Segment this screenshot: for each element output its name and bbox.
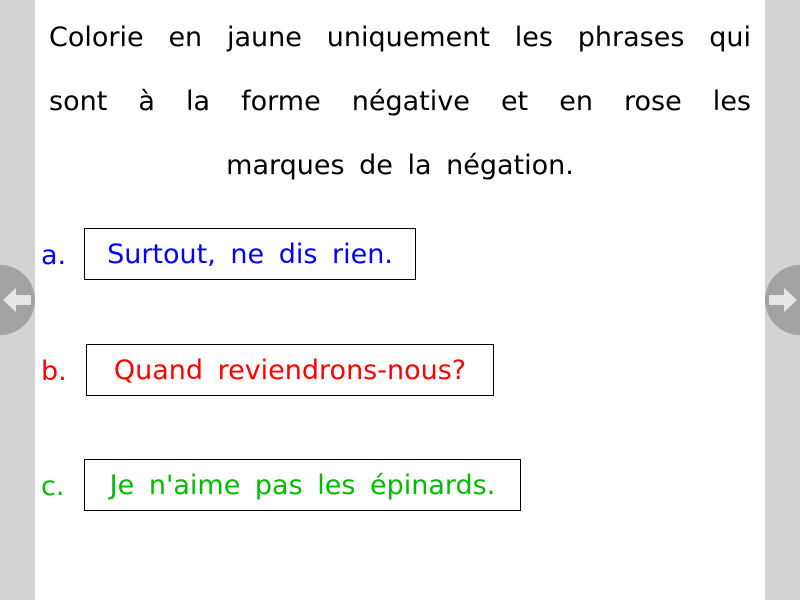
slide-viewer: Colorie en jaune uniquement les phrases … — [0, 0, 800, 600]
item-letter: a. — [41, 239, 67, 271]
next-slide-button[interactable] — [765, 265, 800, 335]
arrow-right-icon — [769, 288, 797, 312]
item-letter: b. — [41, 355, 67, 387]
sentence-box[interactable]: Surtout, ne dis rien. — [84, 228, 416, 280]
exercise-item-c: c. Je n'aime pas les épinards. — [41, 459, 521, 513]
arrow-left-icon — [3, 288, 31, 312]
instruction-text: Colorie en jaune uniquement les phrases … — [49, 22, 751, 181]
item-letter: c. — [41, 470, 65, 502]
sentence-box[interactable]: Je n'aime pas les épinards. — [84, 459, 521, 511]
sentence-box[interactable]: Quand reviendrons-nous? — [86, 344, 494, 396]
previous-slide-button[interactable] — [0, 265, 35, 335]
slide-page: Colorie en jaune uniquement les phrases … — [35, 0, 765, 600]
exercise-item-a: a. Surtout, ne dis rien. — [41, 228, 416, 282]
exercise-item-b: b. Quand reviendrons-nous? — [41, 344, 494, 398]
